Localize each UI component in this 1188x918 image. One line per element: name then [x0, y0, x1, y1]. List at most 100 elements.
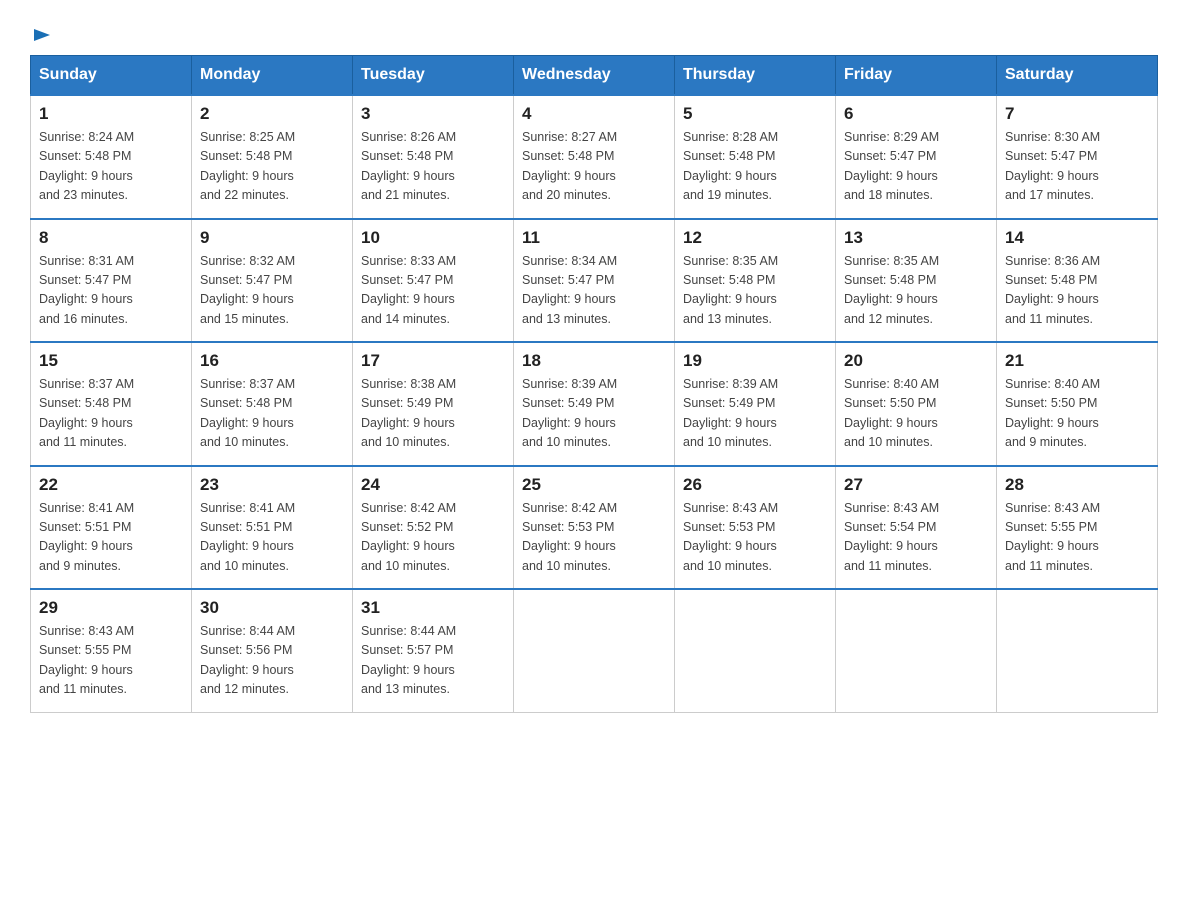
- calendar-cell: 14 Sunrise: 8:36 AMSunset: 5:48 PMDayligh…: [997, 219, 1158, 343]
- day-info: Sunrise: 8:43 AMSunset: 5:54 PMDaylight:…: [844, 499, 988, 577]
- calendar-cell: 26 Sunrise: 8:43 AMSunset: 5:53 PMDayligh…: [675, 466, 836, 590]
- logo-arrow-icon: [32, 25, 52, 45]
- calendar-week-3: 15 Sunrise: 8:37 AMSunset: 5:48 PMDayligh…: [31, 342, 1158, 466]
- day-info: Sunrise: 8:37 AMSunset: 5:48 PMDaylight:…: [39, 375, 183, 453]
- calendar-cell: 5 Sunrise: 8:28 AMSunset: 5:48 PMDaylight…: [675, 95, 836, 219]
- day-number: 8: [39, 228, 183, 248]
- calendar-cell: 18 Sunrise: 8:39 AMSunset: 5:49 PMDayligh…: [514, 342, 675, 466]
- day-info: Sunrise: 8:39 AMSunset: 5:49 PMDaylight:…: [683, 375, 827, 453]
- day-number: 20: [844, 351, 988, 371]
- col-header-thursday: Thursday: [675, 56, 836, 96]
- calendar-cell: 7 Sunrise: 8:30 AMSunset: 5:47 PMDaylight…: [997, 95, 1158, 219]
- day-number: 6: [844, 104, 988, 124]
- day-number: 12: [683, 228, 827, 248]
- calendar-cell: [514, 589, 675, 712]
- calendar-cell: 30 Sunrise: 8:44 AMSunset: 5:56 PMDayligh…: [192, 589, 353, 712]
- day-number: 10: [361, 228, 505, 248]
- day-info: Sunrise: 8:43 AMSunset: 5:53 PMDaylight:…: [683, 499, 827, 577]
- calendar-week-1: 1 Sunrise: 8:24 AMSunset: 5:48 PMDaylight…: [31, 95, 1158, 219]
- calendar-header-row: SundayMondayTuesdayWednesdayThursdayFrid…: [31, 56, 1158, 96]
- day-number: 18: [522, 351, 666, 371]
- day-info: Sunrise: 8:40 AMSunset: 5:50 PMDaylight:…: [1005, 375, 1149, 453]
- calendar-cell: 4 Sunrise: 8:27 AMSunset: 5:48 PMDaylight…: [514, 95, 675, 219]
- day-info: Sunrise: 8:25 AMSunset: 5:48 PMDaylight:…: [200, 128, 344, 206]
- day-number: 7: [1005, 104, 1149, 124]
- col-header-sunday: Sunday: [31, 56, 192, 96]
- day-info: Sunrise: 8:37 AMSunset: 5:48 PMDaylight:…: [200, 375, 344, 453]
- calendar-cell: 25 Sunrise: 8:42 AMSunset: 5:53 PMDayligh…: [514, 466, 675, 590]
- day-info: Sunrise: 8:38 AMSunset: 5:49 PMDaylight:…: [361, 375, 505, 453]
- calendar-cell: 31Sunrise: 8:44 AMSunset: 5:57 PMDayligh…: [353, 589, 514, 712]
- day-number: 1: [39, 104, 183, 124]
- calendar-cell: 28 Sunrise: 8:43 AMSunset: 5:55 PMDayligh…: [997, 466, 1158, 590]
- calendar-cell: 8 Sunrise: 8:31 AMSunset: 5:47 PMDaylight…: [31, 219, 192, 343]
- day-number: 13: [844, 228, 988, 248]
- day-info: Sunrise: 8:41 AMSunset: 5:51 PMDaylight:…: [39, 499, 183, 577]
- day-number: 19: [683, 351, 827, 371]
- col-header-friday: Friday: [836, 56, 997, 96]
- col-header-saturday: Saturday: [997, 56, 1158, 96]
- calendar-cell: 11 Sunrise: 8:34 AMSunset: 5:47 PMDayligh…: [514, 219, 675, 343]
- calendar-cell: 3Sunrise: 8:26 AMSunset: 5:48 PMDaylight…: [353, 95, 514, 219]
- day-info: Sunrise: 8:35 AMSunset: 5:48 PMDaylight:…: [844, 252, 988, 330]
- day-info: Sunrise: 8:33 AMSunset: 5:47 PMDaylight:…: [361, 252, 505, 330]
- day-info: Sunrise: 8:41 AMSunset: 5:51 PMDaylight:…: [200, 499, 344, 577]
- calendar-cell: [675, 589, 836, 712]
- calendar-cell: 19 Sunrise: 8:39 AMSunset: 5:49 PMDayligh…: [675, 342, 836, 466]
- day-info: Sunrise: 8:27 AMSunset: 5:48 PMDaylight:…: [522, 128, 666, 206]
- page-header: [30, 20, 1158, 45]
- day-info: Sunrise: 8:24 AMSunset: 5:48 PMDaylight:…: [39, 128, 183, 206]
- day-number: 11: [522, 228, 666, 248]
- calendar-cell: 9 Sunrise: 8:32 AMSunset: 5:47 PMDaylight…: [192, 219, 353, 343]
- day-number: 26: [683, 475, 827, 495]
- calendar-table: SundayMondayTuesdayWednesdayThursdayFrid…: [30, 55, 1158, 713]
- day-info: Sunrise: 8:44 AMSunset: 5:56 PMDaylight:…: [200, 622, 344, 700]
- day-number: 23: [200, 475, 344, 495]
- calendar-cell: 15 Sunrise: 8:37 AMSunset: 5:48 PMDayligh…: [31, 342, 192, 466]
- calendar-cell: 13 Sunrise: 8:35 AMSunset: 5:48 PMDayligh…: [836, 219, 997, 343]
- day-info: Sunrise: 8:26 AMSunset: 5:48 PMDaylight:…: [361, 128, 505, 206]
- calendar-cell: 17 Sunrise: 8:38 AMSunset: 5:49 PMDayligh…: [353, 342, 514, 466]
- day-info: Sunrise: 8:32 AMSunset: 5:47 PMDaylight:…: [200, 252, 344, 330]
- day-info: Sunrise: 8:36 AMSunset: 5:48 PMDaylight:…: [1005, 252, 1149, 330]
- day-number: 30: [200, 598, 344, 618]
- col-header-wednesday: Wednesday: [514, 56, 675, 96]
- day-number: 15: [39, 351, 183, 371]
- day-number: 28: [1005, 475, 1149, 495]
- day-number: 24: [361, 475, 505, 495]
- calendar-cell: 27Sunrise: 8:43 AMSunset: 5:54 PMDayligh…: [836, 466, 997, 590]
- day-info: Sunrise: 8:34 AMSunset: 5:47 PMDaylight:…: [522, 252, 666, 330]
- day-info: Sunrise: 8:44 AMSunset: 5:57 PMDaylight:…: [361, 622, 505, 700]
- calendar-week-5: 29Sunrise: 8:43 AMSunset: 5:55 PMDayligh…: [31, 589, 1158, 712]
- day-number: 9: [200, 228, 344, 248]
- calendar-cell: 20 Sunrise: 8:40 AMSunset: 5:50 PMDayligh…: [836, 342, 997, 466]
- calendar-cell: 1 Sunrise: 8:24 AMSunset: 5:48 PMDaylight…: [31, 95, 192, 219]
- calendar-body: 1 Sunrise: 8:24 AMSunset: 5:48 PMDaylight…: [31, 95, 1158, 712]
- day-info: Sunrise: 8:43 AMSunset: 5:55 PMDaylight:…: [1005, 499, 1149, 577]
- col-header-monday: Monday: [192, 56, 353, 96]
- day-number: 2: [200, 104, 344, 124]
- day-info: Sunrise: 8:31 AMSunset: 5:47 PMDaylight:…: [39, 252, 183, 330]
- calendar-week-4: 22 Sunrise: 8:41 AMSunset: 5:51 PMDayligh…: [31, 466, 1158, 590]
- day-info: Sunrise: 8:30 AMSunset: 5:47 PMDaylight:…: [1005, 128, 1149, 206]
- day-info: Sunrise: 8:39 AMSunset: 5:49 PMDaylight:…: [522, 375, 666, 453]
- day-info: Sunrise: 8:43 AMSunset: 5:55 PMDaylight:…: [39, 622, 183, 700]
- day-info: Sunrise: 8:29 AMSunset: 5:47 PMDaylight:…: [844, 128, 988, 206]
- day-number: 25: [522, 475, 666, 495]
- day-info: Sunrise: 8:28 AMSunset: 5:48 PMDaylight:…: [683, 128, 827, 206]
- day-number: 21: [1005, 351, 1149, 371]
- day-info: Sunrise: 8:42 AMSunset: 5:52 PMDaylight:…: [361, 499, 505, 577]
- day-info: Sunrise: 8:40 AMSunset: 5:50 PMDaylight:…: [844, 375, 988, 453]
- day-number: 5: [683, 104, 827, 124]
- day-number: 17: [361, 351, 505, 371]
- calendar-cell: [997, 589, 1158, 712]
- day-info: Sunrise: 8:42 AMSunset: 5:53 PMDaylight:…: [522, 499, 666, 577]
- day-number: 4: [522, 104, 666, 124]
- calendar-cell: 24 Sunrise: 8:42 AMSunset: 5:52 PMDayligh…: [353, 466, 514, 590]
- calendar-cell: 10 Sunrise: 8:33 AMSunset: 5:47 PMDayligh…: [353, 219, 514, 343]
- day-number: 22: [39, 475, 183, 495]
- calendar-cell: 22 Sunrise: 8:41 AMSunset: 5:51 PMDayligh…: [31, 466, 192, 590]
- calendar-cell: [836, 589, 997, 712]
- day-number: 14: [1005, 228, 1149, 248]
- calendar-cell: 29Sunrise: 8:43 AMSunset: 5:55 PMDayligh…: [31, 589, 192, 712]
